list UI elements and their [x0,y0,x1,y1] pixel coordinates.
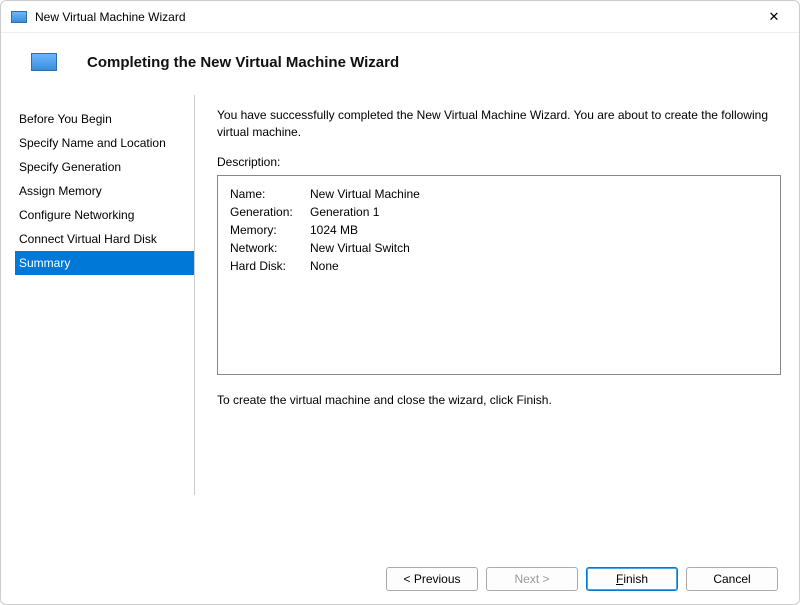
step-before-you-begin[interactable]: Before You Begin [15,107,194,131]
summary-generation-label: Generation: [230,204,308,220]
step-assign-memory[interactable]: Assign Memory [15,179,194,203]
summary-table: Name: New Virtual Machine Generation: Ge… [228,184,428,276]
titlebar: New Virtual Machine Wizard ✕ [1,1,799,33]
summary-memory-value: 1024 MB [310,222,426,238]
wizard-main-panel: You have successfully completed the New … [195,95,785,495]
summary-name-label: Name: [230,186,308,202]
cancel-button[interactable]: Cancel [686,567,778,591]
wizard-footer: < Previous Next > Finish Cancel [386,567,778,591]
table-row: Hard Disk: None [230,258,426,274]
step-connect-virtual-hard-disk[interactable]: Connect Virtual Hard Disk [15,227,194,251]
summary-harddisk-label: Hard Disk: [230,258,308,274]
summary-harddisk-value: None [310,258,426,274]
wizard-header: Completing the New Virtual Machine Wizar… [1,33,799,95]
page-title: Completing the New Virtual Machine Wizar… [87,54,399,71]
closing-text: To create the virtual machine and close … [217,393,781,407]
summary-network-value: New Virtual Switch [310,240,426,256]
table-row: Network: New Virtual Switch [230,240,426,256]
step-summary[interactable]: Summary [15,251,194,275]
summary-network-label: Network: [230,240,308,256]
intro-text: You have successfully completed the New … [217,107,781,141]
summary-name-value: New Virtual Machine [310,186,426,202]
finish-button[interactable]: Finish [586,567,678,591]
table-row: Memory: 1024 MB [230,222,426,238]
step-specify-generation[interactable]: Specify Generation [15,155,194,179]
description-label: Description: [217,155,781,169]
monitor-icon [31,53,57,71]
table-row: Generation: Generation 1 [230,204,426,220]
close-icon[interactable]: ✕ [759,9,789,25]
summary-generation-value: Generation 1 [310,204,426,220]
step-specify-name-location[interactable]: Specify Name and Location [15,131,194,155]
table-row: Name: New Virtual Machine [230,186,426,202]
description-box: Name: New Virtual Machine Generation: Ge… [217,175,781,375]
step-configure-networking[interactable]: Configure Networking [15,203,194,227]
app-icon [11,11,27,23]
window-title: New Virtual Machine Wizard [35,10,759,24]
previous-button[interactable]: < Previous [386,567,478,591]
wizard-steps-sidebar: Before You Begin Specify Name and Locati… [15,95,195,495]
summary-memory-label: Memory: [230,222,308,238]
next-button: Next > [486,567,578,591]
